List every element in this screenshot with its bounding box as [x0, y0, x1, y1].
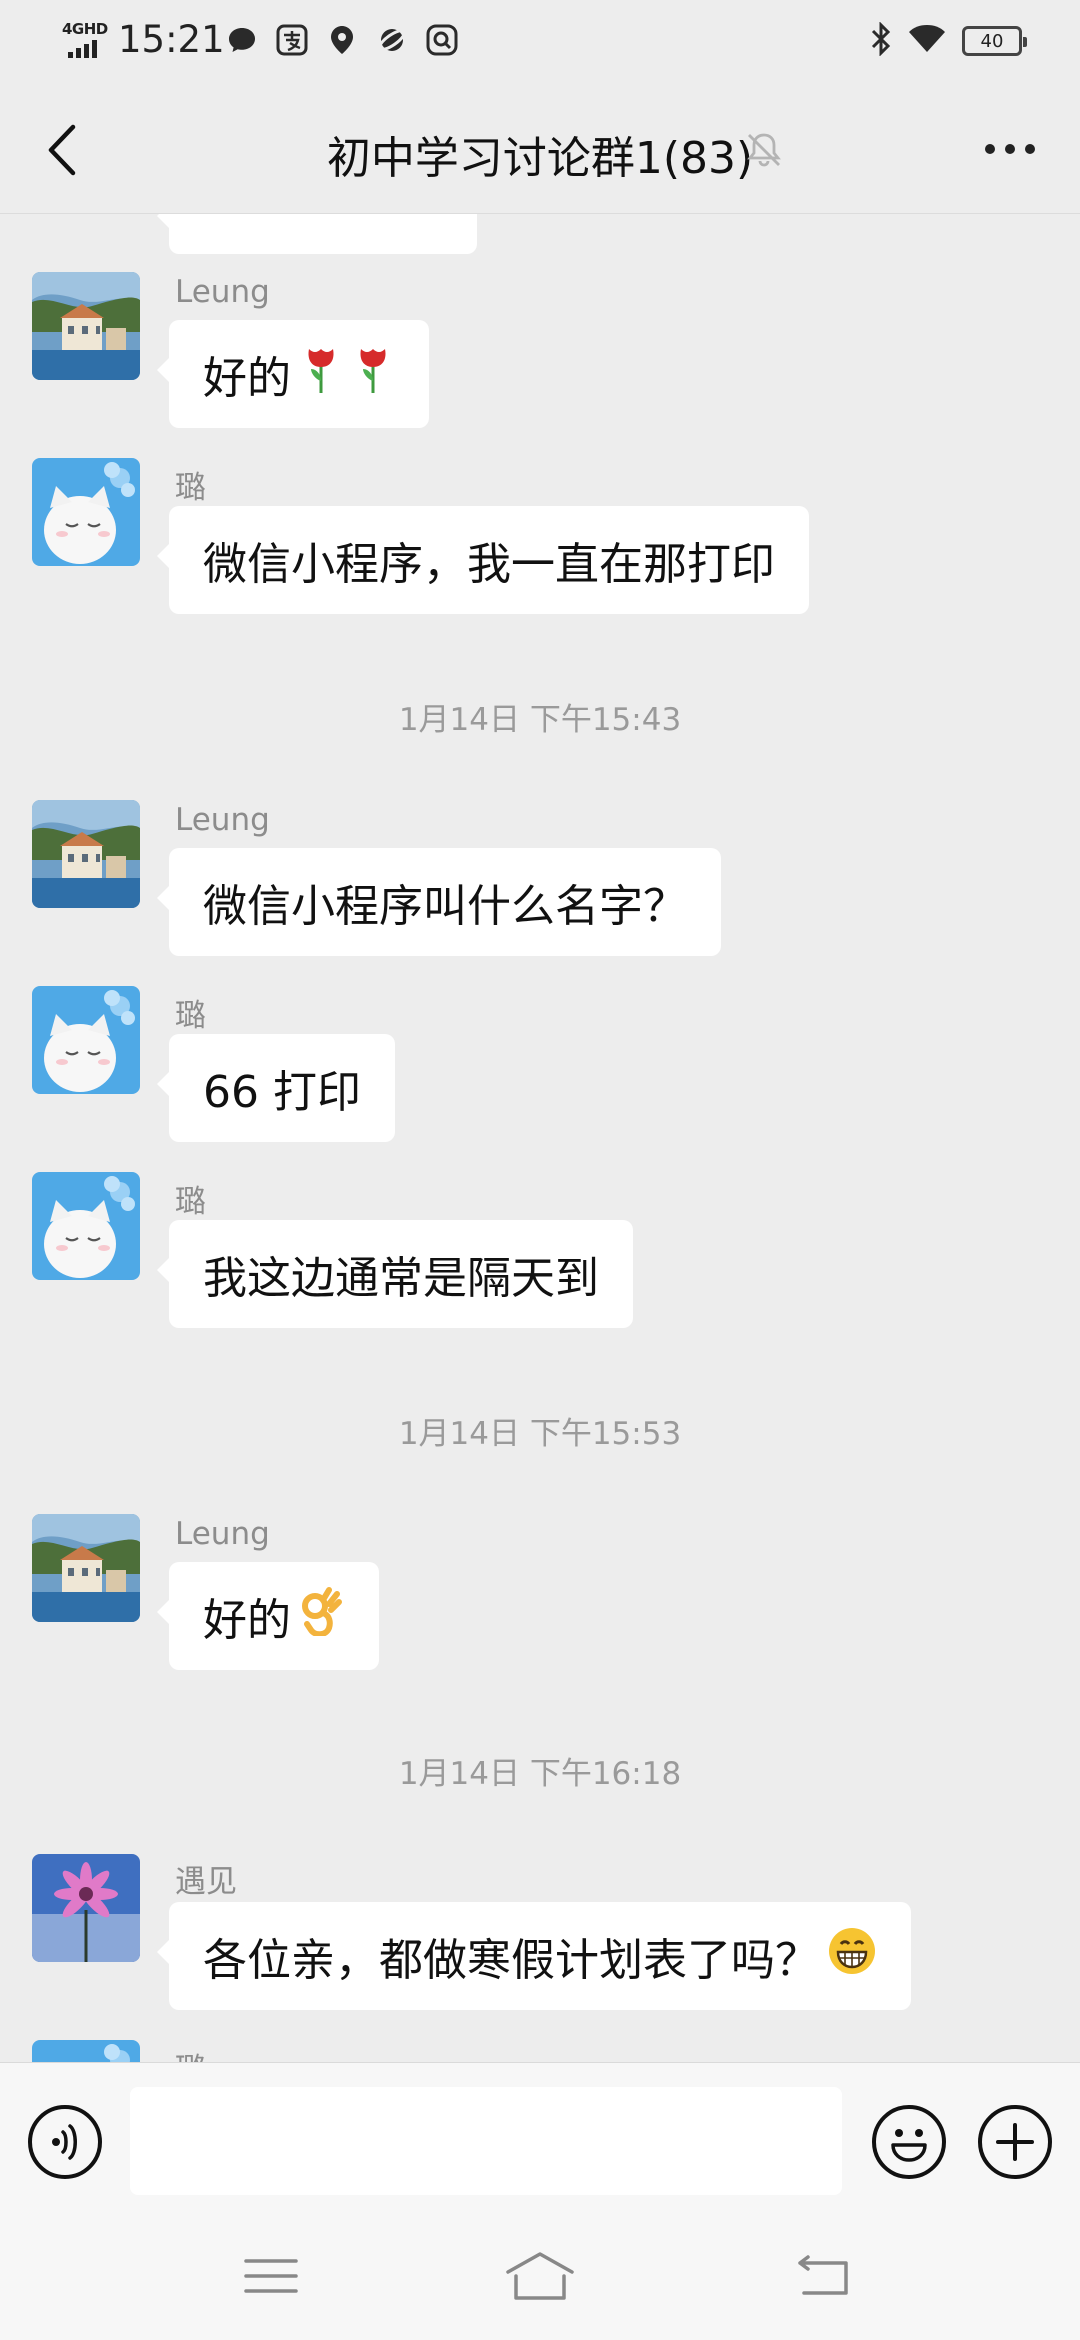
message-text: 我这边通常是隔天到: [203, 1253, 599, 1304]
avatar-leung[interactable]: [32, 272, 140, 380]
system-navigation-bar: [0, 2218, 1080, 2340]
timestamp: 1月14日 下午16:18: [398, 1756, 682, 1792]
message-input[interactable]: [130, 2087, 842, 2195]
network-indicator: 4GHD: [62, 20, 112, 60]
avatar-leung[interactable]: [32, 800, 140, 908]
orbit-app-icon: [374, 22, 410, 58]
message-bubble[interactable]: 好的: [157, 320, 429, 428]
message-bubble[interactable]: 我这边通常是隔天到: [157, 1220, 633, 1328]
sender-name: 璐: [175, 998, 206, 1034]
avatar-lu[interactable]: [32, 458, 140, 566]
menu-icon: [244, 2259, 298, 2293]
message-bubble[interactable]: 各位亲，都做寒假计划表了吗？: [157, 1902, 911, 2010]
title-wrap: 初中学习讨论群1(83): [0, 122, 1080, 186]
dot: [985, 144, 995, 154]
emoji-button[interactable]: [872, 2105, 946, 2179]
avatar-leung[interactable]: [32, 1514, 140, 1622]
voice-icon: [52, 2124, 77, 2160]
message-text: 各位亲，都做寒假计划表了吗？: [203, 1935, 819, 1986]
search-app-icon: [424, 22, 460, 58]
more-functions-button[interactable]: [978, 2105, 1052, 2179]
more-options-button[interactable]: [980, 134, 1040, 164]
input-bar: [0, 2062, 1080, 2218]
location-pin-icon: [324, 22, 360, 58]
bluetooth-icon: [870, 21, 892, 60]
back-arrow-icon: [798, 2255, 848, 2295]
chat-title[interactable]: 初中学习讨论群1(83): [327, 133, 753, 184]
dot: [1005, 144, 1015, 154]
notification-icons: [224, 22, 460, 58]
voice-input-button[interactable]: [28, 2105, 102, 2179]
battery-level: 40: [980, 30, 1004, 52]
dot: [1025, 144, 1035, 154]
smiley-icon: [891, 2129, 927, 2162]
signal-bars-icon: [68, 40, 97, 58]
battery-icon: 40: [962, 26, 1027, 56]
message-text: 好的: [203, 1595, 291, 1646]
ok-hand-emoji: [299, 1586, 345, 1647]
message-text: 66 打印: [203, 1067, 361, 1118]
wifi-icon: [908, 24, 946, 58]
avatar-yujian[interactable]: [32, 1854, 140, 1962]
chat-bubble-icon: [224, 22, 260, 58]
message-text: 微信小程序，我一直在那打印: [203, 539, 775, 590]
status-bar: 4GHD 15:21 40: [0, 0, 1080, 84]
message-text: 好的: [203, 353, 291, 404]
grinning-face-emoji: [827, 1926, 877, 1987]
avatar-lu[interactable]: [32, 1172, 140, 1280]
sender-name: 璐: [175, 2044, 206, 2062]
chat-screen: 4GHD 15:21 40 初中学习讨论群1(83) Leung 好的 璐 微信…: [0, 0, 1080, 2340]
system-status-icons: 40: [870, 21, 1027, 60]
timestamp: 1月14日 下午15:53: [398, 1416, 682, 1452]
sender-name: Leung: [175, 274, 270, 310]
tulip-emoji: [299, 343, 343, 406]
network-label: 4GHD: [62, 20, 108, 38]
message-bubble-partial[interactable]: [157, 214, 477, 254]
sender-name: 璐: [175, 1184, 206, 1220]
message-bubble[interactable]: 微信小程序，我一直在那打印: [157, 506, 809, 614]
sender-name: Leung: [175, 802, 270, 838]
timestamp: 1月14日 下午15:43: [398, 702, 682, 738]
back-nav-button[interactable]: [784, 2246, 864, 2306]
avatar-lu[interactable]: [32, 986, 140, 1094]
plus-icon: [996, 2123, 1034, 2161]
muted-bell-icon: [744, 130, 784, 170]
message-text: 微信小程序叫什么名字？: [203, 881, 687, 932]
avatar-lu[interactable]: [32, 2040, 140, 2062]
sender-name: Leung: [175, 1516, 270, 1552]
message-bubble[interactable]: 好的: [157, 1562, 379, 1670]
message-bubble[interactable]: 微信小程序叫什么名字？: [157, 848, 721, 956]
message-bubble[interactable]: 66 打印: [157, 1034, 395, 1142]
alipay-icon: [274, 22, 310, 58]
recent-apps-button[interactable]: [231, 2246, 311, 2306]
chat-header: 初中学习讨论群1(83): [0, 84, 1080, 214]
sender-name: 璐: [175, 470, 206, 506]
tulip-emoji: [351, 343, 395, 406]
sender-name: 遇见: [175, 1864, 237, 1900]
home-button[interactable]: [500, 2246, 580, 2306]
home-icon: [506, 2252, 574, 2300]
message-list[interactable]: Leung 好的 璐 微信小程序，我一直在那打印 1月14日 下午15:43 L…: [0, 214, 1080, 2062]
status-time: 15:21: [118, 18, 225, 61]
